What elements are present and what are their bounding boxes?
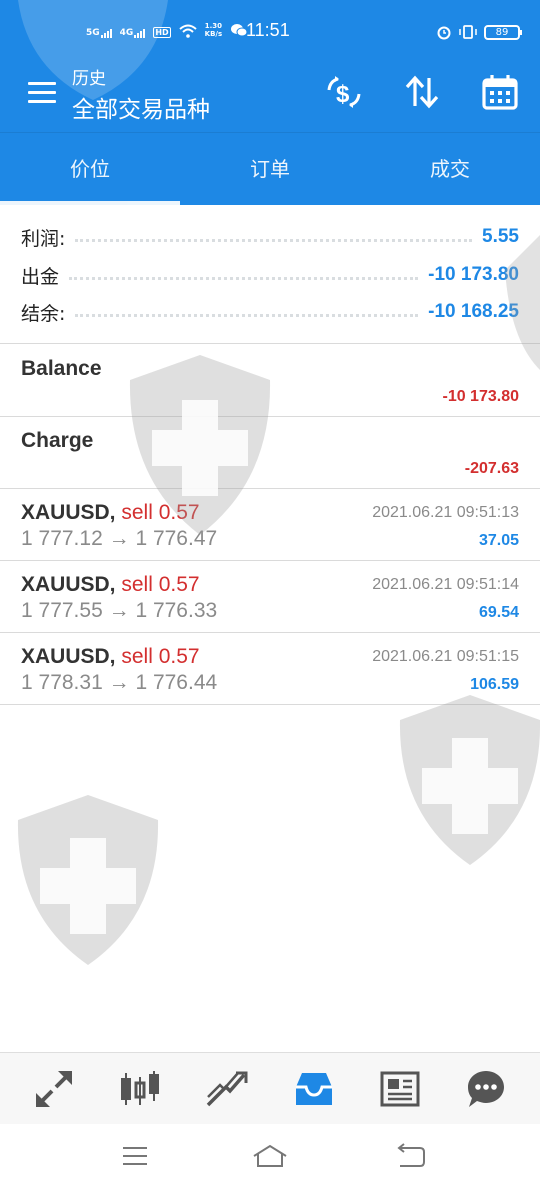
deal-prices: 1 777.55 → 1 776.33 — [21, 599, 217, 623]
shield-watermark-icon — [399, 695, 540, 865]
balance-label: 结余: — [21, 302, 66, 325]
deal-time: 2021.06.21 09:51:14 — [372, 576, 519, 593]
open-price: 1 777.12 — [21, 527, 103, 550]
deal-time: 2021.06.21 09:51:15 — [372, 648, 519, 665]
status-right: 89 — [436, 24, 522, 40]
balance-value: -10 168.25 — [428, 301, 519, 322]
trade-icon[interactable] — [204, 1067, 248, 1111]
speed-value: 1.30 — [204, 22, 223, 30]
deal-symbol: XAUUSD, — [21, 573, 116, 596]
profit-row: 利润: 5.55 — [21, 222, 519, 252]
entry-value: -10 173.80 — [442, 388, 519, 405]
vibrate-icon — [459, 25, 477, 39]
arrow-icon: → — [108, 527, 130, 550]
recent-apps-icon[interactable] — [115, 1140, 155, 1172]
entry-value: -207.63 — [464, 460, 519, 477]
close-price: 1 776.44 — [135, 671, 218, 694]
network-speed: 1.30 KB/s — [205, 22, 222, 38]
sort-icon[interactable] — [402, 72, 442, 112]
entry-title: Charge — [21, 429, 94, 452]
quotes-icon[interactable] — [32, 1067, 76, 1111]
home-icon[interactable] — [250, 1140, 290, 1172]
list-item-deal[interactable]: XAUUSD, sell 0.57 1 777.12 → 1 776.47 20… — [0, 489, 540, 561]
deal-side: sell 0.57 — [121, 573, 200, 596]
tab-positions[interactable]: 价位 — [0, 133, 180, 205]
network-label-5g: 5G — [86, 28, 100, 38]
open-price: 1 777.55 — [21, 599, 103, 622]
deal-title: XAUUSD, sell 0.57 — [21, 645, 200, 669]
close-price: 1 776.33 — [135, 599, 218, 622]
list-item-balance[interactable]: Balance -10 173.80 — [0, 345, 540, 417]
chat-icon[interactable] — [464, 1067, 508, 1111]
system-navigation — [0, 1124, 540, 1188]
profit-label: 利润: — [21, 227, 66, 250]
profit-value: 5.55 — [482, 226, 519, 247]
history-tabs: 价位 订单 成交 — [0, 132, 540, 205]
speed-unit: KB/s — [204, 30, 223, 38]
list-item-charge[interactable]: Charge -207.63 — [0, 417, 540, 489]
shield-watermark-icon — [17, 795, 159, 965]
withdrawal-value: -10 173.80 — [428, 264, 519, 285]
symbol-filter[interactable]: 全部交易品种 — [72, 90, 210, 124]
wifi-icon — [178, 24, 197, 38]
clock: 11:51 — [246, 20, 290, 40]
toolbar-title: 历史 — [72, 69, 106, 89]
alarm-icon — [437, 26, 451, 40]
withdrawal-row: 出金 -10 173.80 — [21, 260, 519, 290]
chart-icon[interactable] — [118, 1067, 162, 1111]
close-price: 1 776.47 — [135, 527, 218, 550]
battery-indicator: 89 — [484, 24, 522, 40]
signal-4g-icon: 4G — [120, 28, 146, 38]
signal-5g-icon: 5G — [86, 28, 112, 38]
tab-orders[interactable]: 订单 — [180, 133, 360, 205]
list-item-deal[interactable]: XAUUSD, sell 0.57 1 778.31 → 1 776.44 20… — [0, 633, 540, 705]
arrow-icon: → — [108, 599, 130, 622]
list-item-deal[interactable]: XAUUSD, sell 0.57 1 777.55 → 1 776.33 20… — [0, 561, 540, 633]
history-icon[interactable] — [292, 1067, 336, 1111]
withdrawal-label: 出金 — [21, 265, 60, 288]
currency-exchange-icon[interactable]: $ — [324, 72, 364, 112]
network-label-4g: 4G — [119, 28, 134, 38]
deal-symbol: XAUUSD, — [21, 501, 116, 524]
open-price: 1 778.31 — [21, 671, 103, 694]
deal-prices: 1 778.31 → 1 776.44 — [21, 671, 217, 695]
calendar-icon[interactable] — [480, 72, 520, 112]
deal-side: sell 0.57 — [121, 501, 200, 524]
deal-title: XAUUSD, sell 0.57 — [21, 501, 200, 525]
status-bar: 5G 4G HD 1.30 KB/s 11:51 89 — [0, 0, 540, 64]
balance-row: 结余: -10 168.25 — [21, 297, 519, 327]
dotted-leader — [69, 276, 419, 280]
dotted-leader — [75, 313, 419, 317]
deal-time: 2021.06.21 09:51:13 — [372, 504, 519, 521]
dotted-leader — [75, 238, 473, 242]
bottom-navigation — [0, 1052, 540, 1124]
deal-title: XAUUSD, sell 0.57 — [21, 573, 200, 597]
arrow-icon: → — [108, 671, 130, 694]
deal-prices: 1 777.12 → 1 776.47 — [21, 527, 217, 551]
menu-icon[interactable] — [28, 82, 56, 104]
deal-profit: 37.05 — [478, 532, 519, 549]
history-summary: 利润: 5.55 出金 -10 173.80 结余: -10 168.25 — [0, 206, 540, 344]
deal-symbol: XAUUSD, — [21, 645, 116, 668]
app-toolbar: 历史 全部交易品种 $ — [0, 64, 540, 132]
deal-profit: 69.54 — [478, 604, 519, 621]
svg-text:$: $ — [336, 81, 350, 108]
back-icon[interactable] — [390, 1140, 430, 1172]
status-indicators: 5G 4G HD 1.30 KB/s — [86, 22, 248, 38]
tab-deals[interactable]: 成交 — [360, 133, 540, 205]
hd-badge: HD — [153, 27, 171, 38]
deal-profit: 106.59 — [470, 676, 519, 693]
news-icon[interactable] — [378, 1067, 422, 1111]
entry-title: Balance — [21, 357, 102, 380]
deal-side: sell 0.57 — [121, 645, 200, 668]
